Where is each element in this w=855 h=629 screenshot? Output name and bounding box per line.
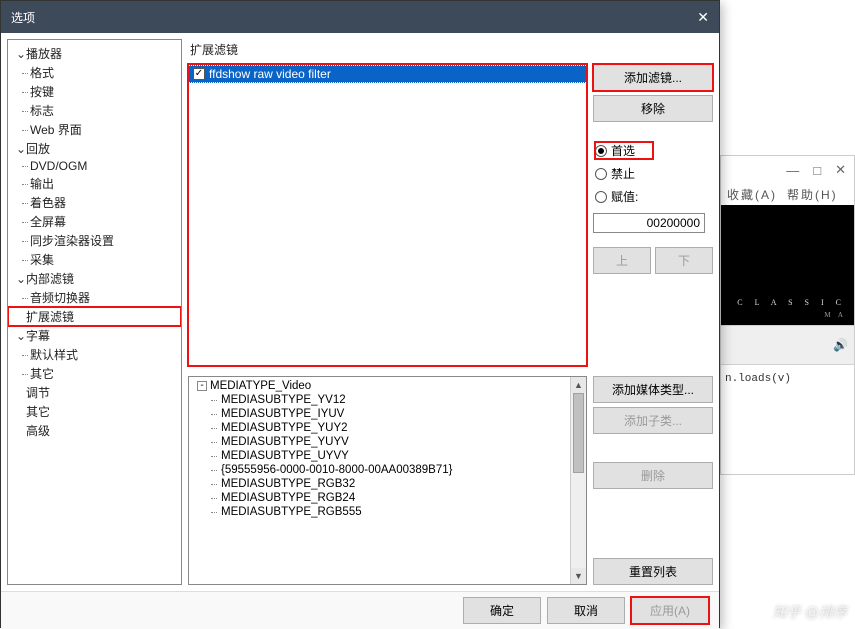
media-type-tree[interactable]: -MEDIATYPE_Video MEDIASUBTYPE_YV12 MEDIA… xyxy=(188,376,587,585)
radio-merit[interactable]: 赋值: xyxy=(595,188,713,205)
reset-list-button[interactable]: 重置列表 xyxy=(593,558,713,585)
scroll-down-icon[interactable]: ▼ xyxy=(571,568,586,584)
tree-dvd[interactable]: DVD/OGM xyxy=(8,158,181,174)
cancel-button[interactable]: 取消 xyxy=(547,597,625,624)
apply-button[interactable]: 应用(A) xyxy=(631,597,709,624)
tree-keys[interactable]: 按键 xyxy=(8,82,181,101)
bgwin-titlebar: — □ ✕ xyxy=(721,156,854,184)
filter-checkbox[interactable] xyxy=(193,68,205,80)
remove-filter-button[interactable]: 移除 xyxy=(593,95,713,122)
menu-favorites[interactable]: 收藏(A) xyxy=(727,186,777,203)
seek-bar[interactable]: 🔊 xyxy=(721,325,854,365)
player-logo-sub: M A xyxy=(824,311,846,319)
media-item[interactable]: MEDIASUBTYPE_YUYV xyxy=(191,435,584,449)
dialog-footer: 确定 取消 应用(A) xyxy=(1,591,719,629)
external-filter-list[interactable]: ffdshow raw video filter xyxy=(188,64,587,366)
radio-icon xyxy=(595,168,607,180)
menu-help[interactable]: 帮助(H) xyxy=(787,186,838,203)
tree-logo[interactable]: 标志 xyxy=(8,101,181,120)
tree-format[interactable]: 格式 xyxy=(8,63,181,82)
move-down-button[interactable]: 下 xyxy=(655,247,713,274)
radio-block[interactable]: 禁止 xyxy=(595,165,713,182)
add-subtype-button[interactable]: 添加子类... xyxy=(593,407,713,434)
maximize-icon[interactable]: □ xyxy=(813,163,821,178)
options-dialog: 选项 ✕ ⌄播放器 格式 按键 标志 Web 界面 ⌄回放 DVD/OGM 输出… xyxy=(0,0,720,628)
bgwin-menubar: 收藏(A) 帮助(H) xyxy=(721,184,854,205)
tree-shaders[interactable]: 着色器 xyxy=(8,193,181,212)
dialog-titlebar: 选项 ✕ xyxy=(1,1,719,33)
media-item[interactable]: MEDIASUBTYPE_YUY2 xyxy=(191,421,584,435)
filter-label: ffdshow raw video filter xyxy=(209,67,331,81)
close-icon[interactable]: ✕ xyxy=(835,162,846,178)
tree-webui[interactable]: Web 界面 xyxy=(8,120,181,139)
radio-prefer[interactable]: 首选 xyxy=(595,142,653,159)
tree-advanced[interactable]: 高级 xyxy=(8,421,181,440)
tree-fullscreen[interactable]: 全屏幕 xyxy=(8,212,181,231)
tree-subs-misc[interactable]: 其它 xyxy=(8,364,181,383)
media-root[interactable]: -MEDIATYPE_Video xyxy=(191,379,584,393)
radio-icon xyxy=(595,191,607,203)
media-item[interactable]: MEDIASUBTYPE_IYUV xyxy=(191,407,584,421)
scrollbar[interactable]: ▲ ▼ xyxy=(570,377,586,584)
media-item[interactable]: {59555956-0000-0010-8000-00AA00389B71} xyxy=(191,463,584,477)
tree-internal-filters[interactable]: ⌄内部滤镜 xyxy=(8,269,181,288)
media-item[interactable]: MEDIASUBTYPE_RGB32 xyxy=(191,477,584,491)
tree-misc[interactable]: 其它 xyxy=(8,402,181,421)
filter-row[interactable]: ffdshow raw video filter xyxy=(189,65,586,83)
move-up-button[interactable]: 上 xyxy=(593,247,651,274)
add-media-type-button[interactable]: 添加媒体类型... xyxy=(593,376,713,403)
merit-input[interactable] xyxy=(593,213,705,233)
watermark: 知乎 @排序 xyxy=(773,602,847,622)
tree-output[interactable]: 输出 xyxy=(8,174,181,193)
tree-player[interactable]: ⌄播放器 xyxy=(8,44,181,63)
video-area: C L A S S I C M A xyxy=(721,205,854,325)
ok-button[interactable]: 确定 xyxy=(463,597,541,624)
volume-icon[interactable]: 🔊 xyxy=(833,338,848,352)
close-icon[interactable]: ✕ xyxy=(697,9,709,26)
tree-audio-switcher[interactable]: 音频切换器 xyxy=(8,288,181,307)
background-player-window: — □ ✕ 收藏(A) 帮助(H) C L A S S I C M A 🔊 n.… xyxy=(720,155,855,475)
panel-title: 扩展滤镜 xyxy=(188,39,713,64)
media-item[interactable]: MEDIASUBTYPE_RGB555 xyxy=(191,505,584,519)
media-item[interactable]: MEDIASUBTYPE_YV12 xyxy=(191,393,584,407)
tree-default-style[interactable]: 默认样式 xyxy=(8,345,181,364)
tree-tweaks[interactable]: 调节 xyxy=(8,383,181,402)
scroll-up-icon[interactable]: ▲ xyxy=(571,377,586,393)
collapse-icon[interactable]: - xyxy=(197,381,207,391)
minimize-icon[interactable]: — xyxy=(786,163,799,178)
tree-capture[interactable]: 采集 xyxy=(8,250,181,269)
category-tree[interactable]: ⌄播放器 格式 按键 标志 Web 界面 ⌄回放 DVD/OGM 输出 着色器 … xyxy=(7,39,182,585)
tree-playback[interactable]: ⌄回放 xyxy=(8,139,181,158)
tree-external-filters[interactable]: 扩展滤镜 xyxy=(8,307,181,326)
delete-media-button[interactable]: 删除 xyxy=(593,462,713,489)
dialog-title-text: 选项 xyxy=(11,9,35,26)
scroll-thumb[interactable] xyxy=(573,393,584,473)
add-filter-button[interactable]: 添加滤镜... xyxy=(593,64,713,91)
tree-subtitles[interactable]: ⌄字幕 xyxy=(8,326,181,345)
media-item[interactable]: MEDIASUBTYPE_RGB24 xyxy=(191,491,584,505)
tree-sync-renderer[interactable]: 同步渲染器设置 xyxy=(8,231,181,250)
player-logo: C L A S S I C xyxy=(737,298,846,307)
media-item[interactable]: MEDIASUBTYPE_UYVY xyxy=(191,449,584,463)
radio-icon xyxy=(595,145,607,157)
bg-code-line: n.loads(v) xyxy=(721,365,854,393)
